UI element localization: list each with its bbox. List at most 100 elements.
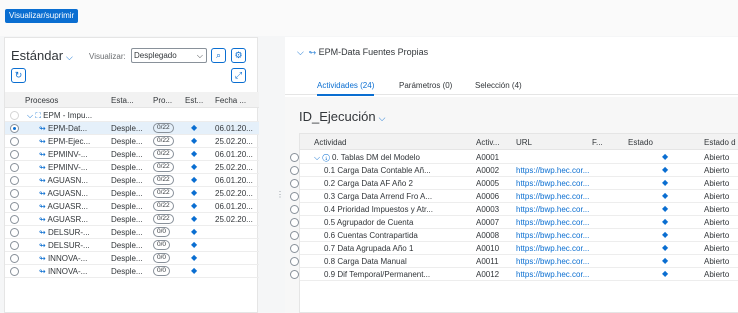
actividad-row[interactable]: 0.5 Agrupador de Cuenta A0007 https://bwp.… [290, 216, 738, 229]
actividad-url-link[interactable]: https://bwp.hec.cor... [516, 218, 589, 227]
col-procesos[interactable]: Procesos [25, 96, 58, 105]
process-row[interactable]: ↬ AGUASN... Desple... 0/22 ◆ 25.02.20... [5, 187, 259, 200]
process-row[interactable]: ↬ EPM-Dat... Desple... 0/22 ◆ 06.01.20... [5, 122, 259, 135]
actividad-url-link[interactable]: https://bwp.hec.cor... [516, 166, 589, 175]
process-date: 25.02.20... [215, 215, 253, 224]
actividad-row[interactable]: 0.7 Data Agrupada Año 1 A0010 https://bwp.… [290, 242, 738, 255]
chevron-down-icon[interactable]: ⌵ [314, 153, 320, 162]
expand-all-icon[interactable]: ⤢ [231, 68, 246, 83]
process-row[interactable]: ↬ AGUASR... Desple... 0/22 ◆ 25.02.20... [5, 213, 259, 226]
row-radio[interactable] [10, 254, 19, 263]
settings-icon[interactable]: ⚙ [231, 48, 246, 63]
actividad-row[interactable]: 0.6 Cuentas Contrapartida A0008 https://bw… [290, 229, 738, 242]
actividad-url-link[interactable]: https://bwp.hec.cor... [516, 244, 589, 253]
visualizar-suprimir-button[interactable]: Visualizar/suprimir [5, 9, 79, 23]
row-radio[interactable] [10, 215, 19, 224]
tab-seleccion[interactable]: Selección (4) [475, 81, 522, 90]
visualizar-select[interactable]: Desplegado ⌵ [131, 48, 207, 63]
row-radio[interactable] [10, 267, 19, 276]
process-status: Desple... [111, 202, 143, 211]
process-row[interactable]: ↬ EPMINV-... Desple... 0/22 ◆ 06.01.20... [5, 148, 259, 161]
row-radio[interactable] [10, 228, 19, 237]
tab-actividades[interactable]: Actividades (24) [317, 81, 375, 96]
row-radio[interactable] [10, 163, 19, 172]
col-progreso[interactable]: Pro... [153, 96, 172, 105]
status-diamond-icon: ◆ [662, 191, 669, 200]
row-radio[interactable] [10, 241, 19, 250]
row-radio[interactable] [10, 176, 19, 185]
col-actividad-id[interactable]: Activ... [476, 138, 499, 147]
actividad-url-link[interactable]: https://bwp.hec.cor... [516, 270, 589, 279]
actividad-url-link[interactable]: https://bwp.hec.cor... [516, 205, 589, 214]
process-row[interactable]: ↬ EPMINV-... Desple... 0/22 ◆ 25.02.20... [5, 161, 259, 174]
actividad-row[interactable]: ⌵ ⓘ 0. Tablas DM del Modelo A0001 ◆ Abierto [290, 151, 738, 164]
actividad-id: A0003 [476, 205, 500, 214]
col-url[interactable]: URL [516, 138, 532, 147]
col-estado[interactable]: Esta... [111, 96, 134, 105]
actividad-row[interactable]: 0.3 Carga Data Arrend Fro A... A0006 https… [290, 190, 738, 203]
chevron-down-icon[interactable]: ⌵ [297, 47, 304, 57]
actividad-id: A0011 [476, 257, 499, 266]
process-link-icon: ↬ [39, 202, 46, 211]
actividad-url-link[interactable]: https://bwp.hec.cor... [516, 179, 589, 188]
actividad-row[interactable]: 0.4 Prioridad Impuestos y Atr... A0003 htt… [290, 203, 738, 216]
process-name: ↬ INNOVA-... [39, 267, 88, 276]
process-row[interactable]: ↬ AGUASN... Desple... 0/22 ◆ 06.01.20... [5, 174, 259, 187]
group-row[interactable]: ⌵ ⛶ EPM - Impu... [5, 109, 259, 122]
col-estado-2[interactable]: Est... [185, 96, 203, 105]
progress-badge: 0/22 [153, 175, 174, 185]
tab-parametros[interactable]: Parámetros (0) [399, 81, 452, 90]
process-row[interactable]: ↬ DELSUR-... Desple... 0/0 ◆ [5, 226, 259, 239]
actividad-url-link[interactable]: https://bwp.hec.cor... [516, 231, 589, 240]
status-diamond-icon: ◆ [191, 227, 198, 236]
row-radio[interactable] [290, 244, 299, 253]
search-icon[interactable]: ⌕ [211, 48, 226, 63]
process-row[interactable]: ↬ INNOVA-... Desple... 0/0 ◆ [5, 252, 259, 265]
actividad-name: 0.6 Cuentas Contrapartida [324, 231, 418, 240]
row-radio[interactable] [290, 231, 299, 240]
row-radio[interactable] [290, 218, 299, 227]
id-ejecucion-selector[interactable]: ID_Ejecución ⌵ [299, 109, 385, 124]
row-radio[interactable] [10, 202, 19, 211]
col-estado-detalle[interactable]: Estado d [704, 138, 736, 147]
actividad-row[interactable]: 0.2 Carga Data AF Año 2 A0005 https://bwp.… [290, 177, 738, 190]
status-diamond-icon: ◆ [191, 188, 198, 197]
actividad-url-link[interactable]: https://bwp.hec.cor... [516, 257, 589, 266]
row-radio[interactable] [10, 150, 19, 159]
row-radio[interactable] [290, 192, 299, 201]
pane-splitter-handle[interactable]: ⋮ [276, 190, 284, 200]
chevron-down-icon: ⌵ [27, 111, 34, 120]
row-radio[interactable] [290, 166, 299, 175]
process-link-icon: ↬ [39, 215, 46, 224]
row-radio[interactable] [290, 153, 299, 162]
process-row[interactable]: ↬ EPM-Ejec... Desple... 0/22 ◆ 25.02.20... [5, 135, 259, 148]
variant-selector[interactable]: Estándar ⌵ [11, 48, 73, 63]
row-radio[interactable] [290, 270, 299, 279]
row-radio[interactable] [10, 124, 19, 133]
process-row[interactable]: ↬ AGUASR... Desple... 0/22 ◆ 06.01.20... [5, 200, 259, 213]
row-radio[interactable] [290, 257, 299, 266]
actividad-url-link[interactable]: https://bwp.hec.cor... [516, 192, 589, 201]
actividad-row[interactable]: 0.9 Dif Temporal/Permanent... A0012 https:… [290, 268, 738, 281]
refresh-icon[interactable]: ↻ [11, 68, 26, 83]
row-radio[interactable] [290, 179, 299, 188]
actividad-row[interactable]: 0.1 Carga Data Contable Añ... A0002 https:… [290, 164, 738, 177]
actividad-row[interactable]: 0.8 Carga Data Manual A0011 https://bwp.he… [290, 255, 738, 268]
row-radio[interactable] [10, 137, 19, 146]
process-name: ↬ DELSUR-... [39, 228, 90, 237]
process-row[interactable]: ↬ INNOVA-... Desple... 0/0 ◆ [5, 265, 259, 278]
variant-label: Estándar [11, 48, 64, 63]
row-radio[interactable] [10, 189, 19, 198]
actividad-name: 0.4 Prioridad Impuestos y Atr... [324, 205, 433, 214]
process-date: 25.02.20... [215, 163, 253, 172]
col-actividad[interactable]: Actividad [314, 138, 346, 147]
status-diamond-icon: ◆ [191, 175, 198, 184]
status-diamond-icon: ◆ [191, 240, 198, 249]
process-row[interactable]: ↬ DELSUR-... Desple... 0/0 ◆ [5, 239, 259, 252]
row-radio[interactable] [290, 205, 299, 214]
hierarchy-icon: ⛶ [35, 111, 41, 120]
col-f[interactable]: F... [592, 138, 603, 147]
col-fecha[interactable]: Fecha ... [215, 96, 246, 105]
process-status: Desple... [111, 215, 143, 224]
col-estado[interactable]: Estado [628, 138, 653, 147]
